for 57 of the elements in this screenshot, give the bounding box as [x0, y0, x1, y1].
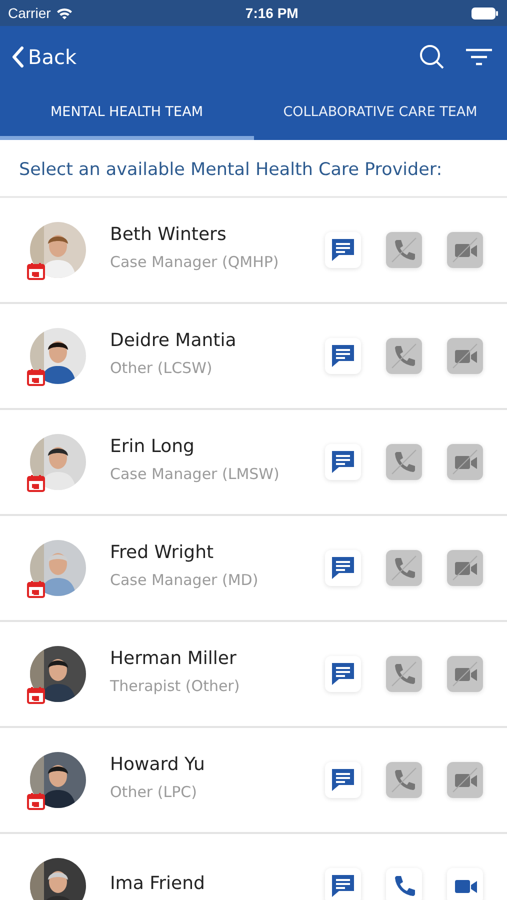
- phone-icon: [389, 235, 419, 265]
- provider-name: Fred Wright: [110, 542, 215, 562]
- provider-role: Case Manager (MD): [110, 570, 260, 588]
- video-button[interactable]: [447, 338, 483, 374]
- status-time: 7:16 PM: [245, 5, 298, 21]
- video-button[interactable]: [447, 444, 483, 480]
- chat-button[interactable]: [325, 232, 361, 268]
- video-camera-icon: [450, 553, 480, 583]
- chat-button[interactable]: [325, 444, 361, 480]
- call-button[interactable]: [386, 550, 422, 586]
- chat-button[interactable]: [325, 656, 361, 692]
- back-button[interactable]: Back: [12, 45, 77, 69]
- provider-role: Therapist (Other): [110, 676, 241, 694]
- call-button[interactable]: [386, 868, 422, 900]
- provider-role: Other (LCSW): [110, 358, 214, 376]
- team-tab[interactable]: MENTAL HEALTH TEAM: [0, 88, 254, 140]
- battery-icon: [470, 6, 499, 20]
- call-button[interactable]: [386, 338, 422, 374]
- video-button[interactable]: [447, 656, 483, 692]
- call-button[interactable]: [386, 444, 422, 480]
- search-icon[interactable]: [419, 44, 445, 70]
- filter-icon[interactable]: [465, 48, 493, 66]
- chat-button[interactable]: [325, 338, 361, 374]
- provider-role: Other (LPC): [110, 782, 198, 800]
- provider-name: Herman Miller: [110, 648, 238, 668]
- provider-name: Beth Winters: [110, 224, 228, 244]
- video-camera-icon: [450, 235, 480, 265]
- call-button[interactable]: [386, 232, 422, 268]
- provider-role: Case Manager (LMSW): [110, 464, 280, 482]
- call-button[interactable]: [386, 762, 422, 798]
- video-camera-icon: [450, 765, 480, 795]
- phone-icon: [389, 341, 419, 371]
- video-camera-icon: [450, 659, 480, 689]
- provider-name: Deidre Mantia: [110, 330, 238, 350]
- video-button[interactable]: [447, 762, 483, 798]
- carrier-label: Carrier: [8, 5, 51, 21]
- video-button[interactable]: [447, 868, 483, 900]
- video-button[interactable]: [447, 232, 483, 268]
- phone-icon: [389, 765, 419, 795]
- provider-name: Howard Yu: [110, 754, 206, 774]
- provider-name: Ima Friend: [110, 872, 206, 894]
- wifi-icon: [56, 6, 73, 20]
- chat-button[interactable]: [325, 762, 361, 798]
- provider-role: Case Manager (QMHP): [110, 252, 280, 270]
- phone-icon: [389, 447, 419, 477]
- call-button[interactable]: [386, 656, 422, 692]
- provider-name: Erin Long: [110, 436, 196, 456]
- chat-button[interactable]: [325, 550, 361, 586]
- video-camera-icon: [450, 341, 480, 371]
- team-tab[interactable]: COLLABORATIVE CARE TEAM: [254, 88, 507, 140]
- video-camera-icon: [450, 447, 480, 477]
- chevron-left-icon: [12, 46, 24, 68]
- phone-icon: [389, 553, 419, 583]
- phone-icon: [389, 659, 419, 689]
- chat-button[interactable]: [325, 868, 361, 900]
- section-heading: Select an available Mental Health Care Provider:: [0, 140, 507, 198]
- video-button[interactable]: [447, 550, 483, 586]
